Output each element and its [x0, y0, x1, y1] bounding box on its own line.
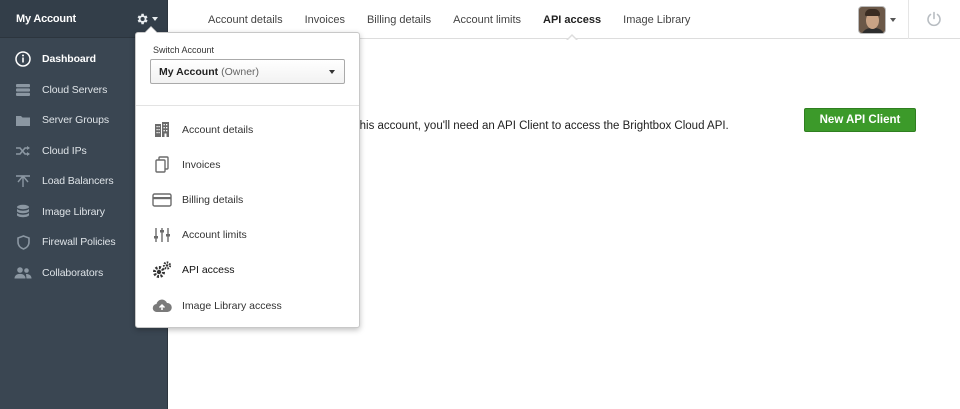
- sidebar-item-label: Firewall Policies: [42, 236, 116, 249]
- folder-icon: [14, 111, 32, 129]
- menu-item-label: API access: [182, 264, 235, 277]
- users-icon: [14, 264, 32, 282]
- account-dropdown-menu: Switch Account My Account (Owner) Accoun…: [135, 26, 360, 328]
- avatar: [858, 6, 886, 34]
- menu-item-invoices[interactable]: Invoices: [136, 147, 359, 182]
- load-balancer-icon: [14, 172, 32, 190]
- selected-account-role: (Owner): [221, 65, 260, 78]
- selected-account-name: My Account: [159, 65, 219, 78]
- menu-item-billing-details[interactable]: Billing details: [136, 182, 359, 217]
- gear-icon: [137, 13, 148, 25]
- building-icon: [151, 119, 173, 141]
- switch-account-label: Switch Account: [153, 45, 215, 55]
- menu-item-account-details[interactable]: Account details: [136, 112, 359, 147]
- chevron-down-icon: [152, 17, 158, 21]
- menu-item-label: Account limits: [182, 229, 247, 242]
- tab-account-limits[interactable]: Account limits: [453, 0, 521, 39]
- menu-item-label: Account details: [182, 123, 254, 136]
- sidebar-item-label: Server Groups: [42, 114, 109, 127]
- dropdown-separator: [136, 105, 359, 106]
- gears-icon: [151, 259, 173, 281]
- credit-card-icon: [151, 189, 173, 211]
- tab-image-library[interactable]: Image Library: [623, 0, 690, 39]
- sliders-icon: [151, 224, 173, 246]
- menu-item-label: Image Library access: [182, 299, 282, 312]
- cloud-upload-icon: [151, 295, 173, 317]
- new-api-client-button[interactable]: New API Client: [804, 108, 916, 132]
- sidebar-item-label: Dashboard: [42, 53, 96, 66]
- shield-icon: [14, 233, 32, 251]
- servers-icon: [14, 81, 32, 99]
- shuffle-icon: [14, 142, 32, 160]
- topbar-divider: [908, 0, 909, 39]
- api-access-description: or this account, you'll need an API Clie…: [343, 120, 729, 132]
- sidebar-item-label: Cloud Servers: [42, 83, 108, 96]
- chevron-down-icon: [329, 70, 335, 74]
- chevron-down-icon: [890, 18, 896, 22]
- logout-button[interactable]: [926, 11, 942, 32]
- sidebar-item-label: Image Library: [42, 205, 105, 218]
- account-settings-button[interactable]: [135, 11, 159, 27]
- info-icon: [14, 50, 32, 68]
- account-name[interactable]: My Account: [16, 13, 76, 25]
- menu-item-image-library-access[interactable]: Image Library access: [136, 288, 359, 323]
- menu-item-api-access[interactable]: API access: [136, 253, 359, 288]
- menu-item-account-limits[interactable]: Account limits: [136, 218, 359, 253]
- sidebar-item-label: Load Balancers: [42, 175, 114, 188]
- switch-account-select[interactable]: My Account (Owner): [150, 59, 345, 84]
- menu-item-label: Invoices: [182, 158, 221, 171]
- menu-item-label: Billing details: [182, 193, 244, 206]
- sidebar-item-label: Collaborators: [42, 266, 104, 279]
- power-icon: [927, 11, 941, 27]
- database-icon: [14, 203, 32, 221]
- tab-billing-details[interactable]: Billing details: [367, 0, 431, 39]
- user-menu[interactable]: [858, 6, 896, 34]
- tab-api-access[interactable]: API access: [543, 0, 601, 41]
- account-menu-list: Account details Invoices Billing details…: [136, 112, 359, 323]
- documents-icon: [151, 154, 173, 176]
- sidebar-item-label: Cloud IPs: [42, 144, 87, 157]
